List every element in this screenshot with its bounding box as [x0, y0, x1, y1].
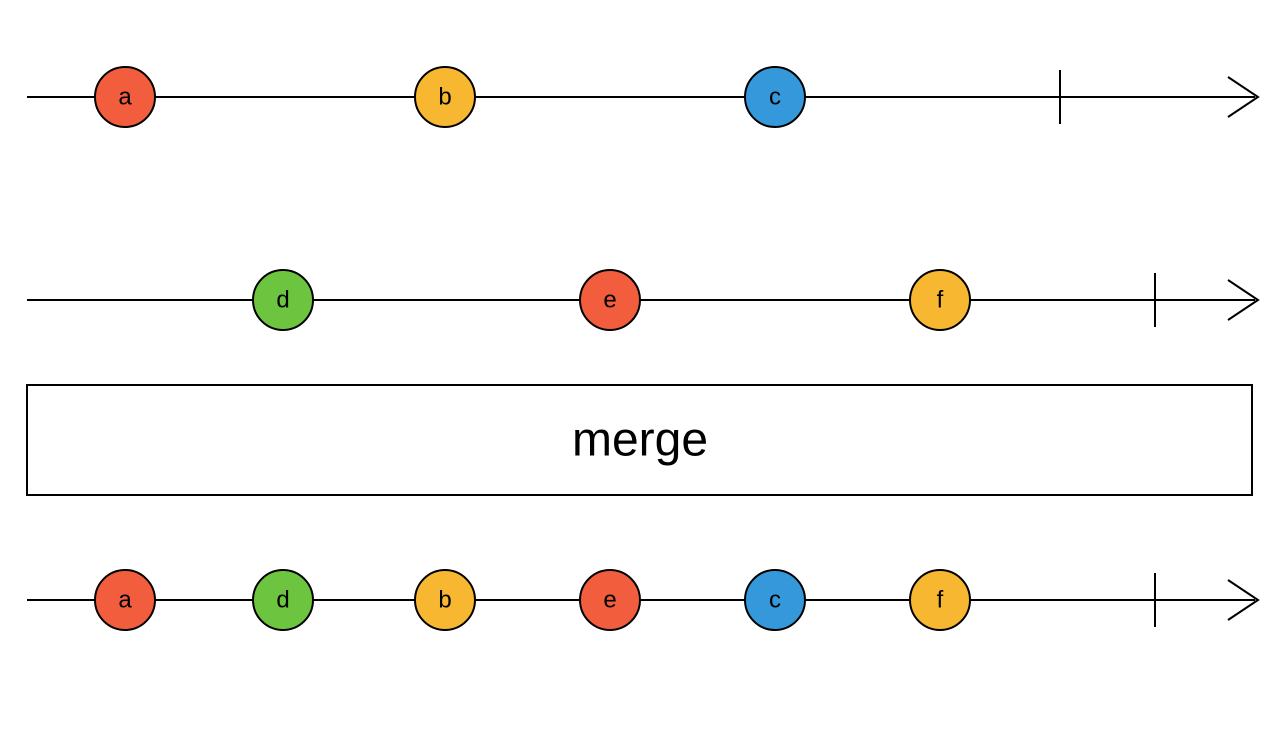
operator-box: merge [27, 385, 1252, 495]
marble-node: c [745, 67, 805, 127]
marble-node: b [415, 67, 475, 127]
marble-label: a [118, 587, 132, 614]
timeline-result: a d b e c f [27, 570, 1258, 630]
marble-label: e [603, 287, 616, 314]
marble-node: f [910, 570, 970, 630]
operator-label: merge [572, 414, 708, 467]
marble-node: b [415, 570, 475, 630]
marble-node: c [745, 570, 805, 630]
marble-node: a [95, 67, 155, 127]
marble-node: a [95, 570, 155, 630]
marble-label: b [438, 84, 451, 111]
marble-label: f [937, 287, 944, 314]
marble-node: d [253, 570, 313, 630]
marble-label: f [937, 587, 944, 614]
marble-node: e [580, 570, 640, 630]
marble-label: d [276, 287, 289, 314]
marble-node: e [580, 270, 640, 330]
marble-label: b [438, 587, 451, 614]
timeline-second: d e f [27, 270, 1258, 330]
marble-label: a [118, 84, 132, 111]
marble-node: d [253, 270, 313, 330]
marble-label: e [603, 587, 616, 614]
marble-label: d [276, 587, 289, 614]
merge-diagram: a b c d e f merge [0, 0, 1280, 740]
marble-label: c [769, 587, 781, 614]
marble-label: c [769, 84, 781, 111]
marble-node: f [910, 270, 970, 330]
timeline-first: a b c [27, 67, 1258, 127]
